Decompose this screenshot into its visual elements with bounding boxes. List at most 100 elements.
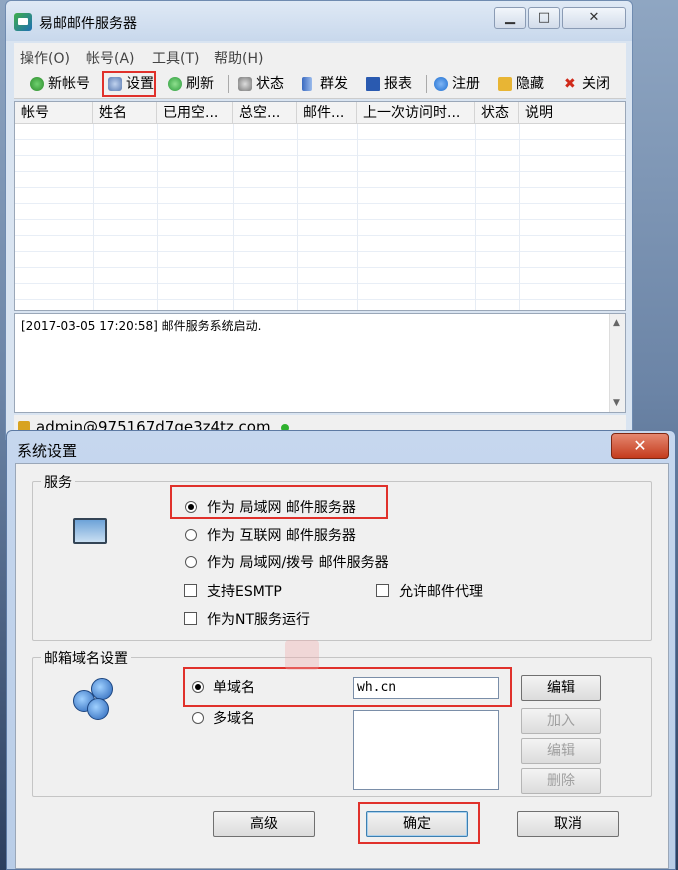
nt-service-label[interactable]: 作为NT服务运行 <box>207 609 310 629</box>
log-panel: [2017-03-05 17:20:58] 邮件服务系统启动. ▲ ▼ <box>14 313 626 413</box>
window-title: 易邮邮件服务器 <box>39 16 137 32</box>
col-name[interactable]: 姓名 <box>93 102 157 124</box>
info-icon <box>434 77 448 91</box>
hide-button[interactable]: 隐藏 <box>496 73 544 95</box>
log-text: [2017-03-05 17:20:58] 邮件服务系统启动. <box>21 319 262 333</box>
network-globe-icon <box>73 678 115 720</box>
scroll-up-icon[interactable]: ▲ <box>613 318 620 328</box>
table-header: 帐号 姓名 已用空... 总空... 邮件... 上一次访问时... 状态 说明 <box>15 102 625 124</box>
col-mail[interactable]: 邮件... <box>297 102 357 124</box>
globe-icon <box>30 77 44 91</box>
minimize-button[interactable]: ▁ <box>494 7 526 29</box>
domain-list[interactable] <box>353 710 499 790</box>
dialog-body: 服务 作为 局域网 邮件服务器 作为 互联网 邮件服务器 作为 局域网/拨号 邮… <box>15 463 669 869</box>
proxy-label[interactable]: 允许邮件代理 <box>399 581 483 601</box>
col-description[interactable]: 说明 <box>519 102 625 124</box>
register-label: 注册 <box>452 76 480 92</box>
grid-line <box>475 124 476 310</box>
globe-icon <box>87 698 109 720</box>
menu-bar: 操作(O) 帐号(A) 工具(T) 帮助(H) <box>14 43 626 69</box>
domain-input[interactable]: wh.cn <box>353 677 499 699</box>
menu-tools[interactable]: 工具(T) <box>152 48 199 68</box>
settings-dialog: 系统设置 ✕ 服务 作为 局域网 邮件服务器 作为 互联网 邮件服务器 作为 局… <box>6 430 676 870</box>
grid-line <box>157 124 158 310</box>
toolbar: 新帐号 设置 刷新 状态 群发 报表 注册 隐藏 ✖ 关闭 <box>14 69 626 99</box>
watermark-icon <box>285 640 319 670</box>
radio-lan-label[interactable]: 作为 局域网 邮件服务器 <box>207 497 356 517</box>
menu-help[interactable]: 帮助(H) <box>214 48 263 68</box>
broadcast-button[interactable]: 群发 <box>300 73 348 95</box>
dialog-close-button[interactable]: ✕ <box>611 433 669 459</box>
mail-app-icon <box>14 13 32 31</box>
radio-lan[interactable] <box>185 501 197 513</box>
esmtp-label[interactable]: 支持ESMTP <box>207 581 282 601</box>
gear-icon <box>108 77 122 91</box>
col-used-space[interactable]: 已用空... <box>157 102 233 124</box>
ok-button[interactable]: 确定 <box>366 811 468 837</box>
close-icon: ✖ <box>564 76 576 92</box>
col-last-visit[interactable]: 上一次访问时... <box>357 102 475 124</box>
scroll-down-icon[interactable]: ▼ <box>613 398 620 408</box>
col-status[interactable]: 状态 <box>475 102 519 124</box>
close-window-button[interactable]: ✕ <box>562 7 626 29</box>
cancel-button[interactable]: 取消 <box>517 811 619 837</box>
col-total-space[interactable]: 总空... <box>233 102 297 124</box>
delete-domain-button[interactable]: 删除 <box>521 768 601 794</box>
refresh-icon <box>168 77 182 91</box>
grid-line <box>297 124 298 310</box>
service-group: 服务 作为 局域网 邮件服务器 作为 互联网 邮件服务器 作为 局域网/拨号 邮… <box>32 472 652 641</box>
report-button[interactable]: 报表 <box>364 73 412 95</box>
refresh-button[interactable]: 刷新 <box>166 73 214 95</box>
grid-line <box>233 124 234 310</box>
proxy-checkbox[interactable] <box>376 584 389 597</box>
dialog-title: 系统设置 <box>17 442 78 460</box>
title-bar: 易邮邮件服务器 ▁ □ ✕ <box>6 1 632 41</box>
settings-label: 设置 <box>126 76 154 92</box>
account-table: 帐号 姓名 已用空... 总空... 邮件... 上一次访问时... 状态 说明 <box>14 101 626 311</box>
broadcast-icon <box>302 77 312 91</box>
globe-icon <box>91 678 113 700</box>
esmtp-checkbox[interactable] <box>184 584 197 597</box>
hide-icon <box>498 77 512 91</box>
menu-account[interactable]: 帐号(A) <box>86 48 135 68</box>
col-account[interactable]: 帐号 <box>15 102 93 124</box>
status-label: 状态 <box>256 76 284 92</box>
single-domain-label[interactable]: 单域名 <box>213 677 255 697</box>
advanced-button[interactable]: 高级 <box>213 811 315 837</box>
close-app-label: 关闭 <box>582 76 610 92</box>
register-button[interactable]: 注册 <box>432 73 480 95</box>
service-group-label: 服务 <box>41 472 75 492</box>
new-account-label: 新帐号 <box>48 76 90 92</box>
radio-internet[interactable] <box>185 529 197 541</box>
nt-service-checkbox[interactable] <box>184 612 197 625</box>
radio-dialup-label[interactable]: 作为 局域网/拨号 邮件服务器 <box>207 552 389 572</box>
radio-single-domain[interactable] <box>192 681 204 693</box>
add-domain-button[interactable]: 加入 <box>521 708 601 734</box>
radio-dialup[interactable] <box>185 556 197 568</box>
picture-icon <box>73 518 107 544</box>
hide-label: 隐藏 <box>516 76 544 92</box>
grid-line <box>357 124 358 310</box>
close-app-button[interactable]: ✖ 关闭 <box>562 73 610 95</box>
edit-single-button[interactable]: 编辑 <box>521 675 601 701</box>
status-icon <box>238 77 252 91</box>
menu-operation[interactable]: 操作(O) <box>20 48 70 68</box>
grid-line <box>519 124 520 310</box>
new-account-button[interactable]: 新帐号 <box>28 73 90 95</box>
maximize-button[interactable]: □ <box>528 7 560 29</box>
radio-multi-domain[interactable] <box>192 712 204 724</box>
status-button[interactable]: 状态 <box>236 73 284 95</box>
broadcast-label: 群发 <box>320 76 348 92</box>
domain-group-label: 邮箱域名设置 <box>41 648 131 668</box>
toolbar-separator <box>228 75 229 93</box>
report-label: 报表 <box>384 76 412 92</box>
radio-internet-label[interactable]: 作为 互联网 邮件服务器 <box>207 525 356 545</box>
multi-domain-label[interactable]: 多域名 <box>213 708 255 728</box>
edit-domain-button[interactable]: 编辑 <box>521 738 601 764</box>
main-window: 易邮邮件服务器 ▁ □ ✕ 操作(O) 帐号(A) 工具(T) 帮助(H) 新帐… <box>5 0 633 440</box>
toolbar-separator <box>426 75 427 93</box>
settings-button[interactable]: 设置 <box>106 73 154 95</box>
log-scrollbar[interactable]: ▲ ▼ <box>609 314 625 412</box>
grid-line <box>93 124 94 310</box>
refresh-label: 刷新 <box>186 76 214 92</box>
